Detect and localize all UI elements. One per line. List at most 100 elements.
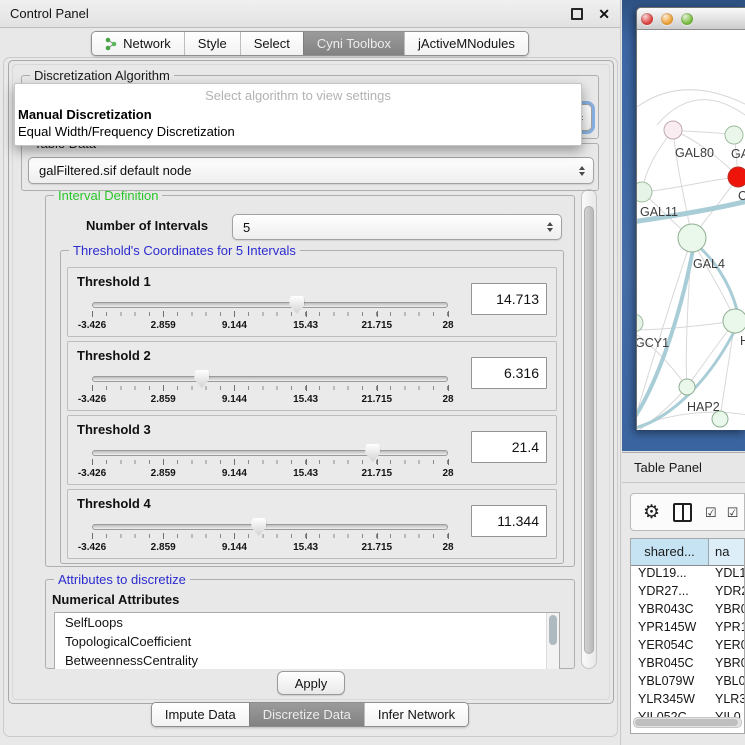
table-data-group: Table Data galFiltered.sif default node (21, 143, 599, 191)
table-row[interactable]: YER054CYER0 (631, 638, 744, 656)
apply-button[interactable]: Apply (277, 671, 345, 695)
minimize-traffic-light-icon[interactable] (661, 13, 673, 25)
tick-label: 9.144 (222, 542, 247, 553)
panel-scrollbar[interactable] (581, 189, 597, 669)
number-of-intervals-combobox[interactable]: 5 (232, 214, 562, 240)
algorithm-dropdown-popup: Select algorithm to view settings Manual… (14, 83, 582, 146)
split-columns-icon[interactable] (673, 503, 692, 522)
group-label: Interval Definition (54, 189, 162, 203)
list-item[interactable]: TopologicalCoefficient (55, 632, 559, 651)
threshold-3-value-field[interactable] (471, 431, 547, 463)
node-label: H (740, 334, 745, 348)
table-row[interactable]: YDR27...YDR2 (631, 584, 744, 602)
threshold-2-panel: Threshold 2 -3.426 2.859 9.144 15.43 (67, 341, 557, 411)
network-node[interactable] (679, 379, 695, 395)
tab-impute-data[interactable]: Impute Data (152, 703, 249, 726)
scrollbar-thumb[interactable] (635, 719, 738, 726)
table-hscrollbar[interactable] (633, 717, 742, 728)
tick-label: 28 (442, 468, 453, 479)
scrollbar-thumb[interactable] (549, 615, 557, 645)
tick-label: 9.144 (222, 320, 247, 331)
node-label: HAP2 (687, 400, 720, 414)
threshold-1-panel: Threshold 1 -3.426 2.859 9.144 15.43 (67, 267, 557, 337)
tab-select[interactable]: Select (240, 32, 303, 55)
tick-label: 21.715 (362, 542, 393, 553)
tab-label: Discretize Data (263, 707, 351, 722)
tab-style[interactable]: Style (184, 32, 240, 55)
table-row[interactable]: YLR345WYLR3 (631, 692, 744, 710)
threshold-label: Threshold 1 (77, 274, 151, 289)
tick-label: 28 (442, 394, 453, 405)
combo-arrows-icon (547, 222, 553, 232)
node-label: GAL4 (693, 257, 725, 271)
tab-group: Impute Data Discretize Data Infer Networ… (151, 702, 469, 727)
network-node[interactable] (725, 126, 743, 144)
slider-track[interactable] (92, 450, 448, 456)
tick-label: 15.43 (293, 542, 318, 553)
threshold-3-slider[interactable]: -3.426 2.859 9.144 15.43 21.715 28 (92, 442, 448, 484)
table-row[interactable]: YPR145WYPR1 (631, 620, 744, 638)
network-view-window: GAL80GACGAL11GAL4GCY1HHAP2 (636, 7, 745, 430)
tab-label: Cyni Toolbox (317, 36, 391, 51)
slider-track[interactable] (92, 524, 448, 530)
network-node[interactable] (664, 121, 682, 139)
table-data-combobox[interactable]: galFiltered.sif default node (28, 157, 594, 184)
list-item[interactable]: BetweennessCentrality (55, 651, 559, 669)
close-traffic-light-icon[interactable] (641, 13, 653, 25)
threshold-label: Threshold 3 (77, 422, 151, 437)
network-window-titlebar[interactable] (637, 8, 745, 30)
network-node[interactable] (728, 167, 745, 187)
tab-label: Network (123, 36, 171, 51)
tick-label: -3.426 (78, 394, 106, 405)
tick-label: 9.144 (222, 468, 247, 479)
threshold-1-slider[interactable]: -3.426 2.859 9.144 15.43 21.715 28 (92, 294, 448, 336)
combo-value: galFiltered.sif default node (39, 163, 191, 178)
tick-label: -3.426 (78, 542, 106, 553)
tab-jactivemnodules[interactable]: jActiveMNodules (404, 32, 528, 55)
tab-cyni-toolbox[interactable]: Cyni Toolbox (303, 32, 404, 55)
tab-label: Impute Data (165, 707, 236, 722)
tab-infer-network[interactable]: Infer Network (364, 703, 468, 726)
checkbox-icon[interactable]: ☑ (705, 506, 717, 519)
column-header-shared-name[interactable]: shared... (631, 539, 709, 565)
gear-icon[interactable]: ⚙ (643, 503, 660, 522)
column-header-name[interactable]: na (709, 539, 744, 565)
group-label: Threshold's Coordinates for 5 Intervals (69, 243, 300, 258)
dropdown-option-manual-discretization[interactable]: Manual Discretization (15, 105, 581, 122)
combo-value: 5 (243, 220, 250, 235)
network-node[interactable] (637, 182, 652, 202)
threshold-2-value-field[interactable] (471, 357, 547, 389)
attributes-to-discretize-group: Attributes to discretize Numerical Attri… (45, 579, 575, 669)
tick-label: 15.43 (293, 320, 318, 331)
network-canvas[interactable]: GAL80GACGAL11GAL4GCY1HHAP2 (637, 30, 745, 430)
tab-label: Select (254, 36, 290, 51)
table-panel-title: Table Panel (634, 460, 702, 475)
float-window-icon[interactable] (571, 8, 583, 20)
table-row[interactable]: YDL19...YDL1 (631, 566, 744, 584)
network-node[interactable] (723, 309, 745, 333)
threshold-4-slider[interactable]: -3.426 2.859 9.144 15.43 21.715 28 (92, 516, 448, 558)
tick-label: 21.715 (362, 394, 393, 405)
network-node[interactable] (637, 314, 643, 332)
checkbox-icon[interactable]: ☑ (727, 506, 739, 519)
threshold-4-panel: Threshold 4 -3.426 2.859 9.144 15.43 (67, 489, 557, 559)
table-row[interactable]: YBR045CYBR0 (631, 656, 744, 674)
dropdown-option-equal-width-frequency[interactable]: Equal Width/Frequency Discretization (15, 122, 581, 139)
table-row[interactable]: YBR043CYBR0 (631, 602, 744, 620)
slider-track[interactable] (92, 302, 448, 308)
threshold-2-slider[interactable]: -3.426 2.859 9.144 15.43 21.715 28 (92, 368, 448, 410)
slider-track[interactable] (92, 376, 448, 382)
zoom-traffic-light-icon[interactable] (681, 13, 693, 25)
tick-label: 2.859 (151, 320, 176, 331)
network-node[interactable] (678, 224, 706, 252)
scrollbar-thumb[interactable] (584, 206, 594, 654)
tab-discretize-data[interactable]: Discretize Data (249, 703, 364, 726)
threshold-1-value-field[interactable] (471, 283, 547, 315)
close-window-icon[interactable]: ✕ (598, 7, 610, 21)
network-window-frame: GAL80GACGAL11GAL4GCY1HHAP2 (622, 0, 745, 451)
list-scrollbar[interactable] (546, 613, 559, 669)
table-row[interactable]: YBL079WYBL0 (631, 674, 744, 692)
list-item[interactable]: SelfLoops (55, 613, 559, 632)
tab-network[interactable]: Network (92, 32, 184, 55)
threshold-4-value-field[interactable] (471, 505, 547, 537)
